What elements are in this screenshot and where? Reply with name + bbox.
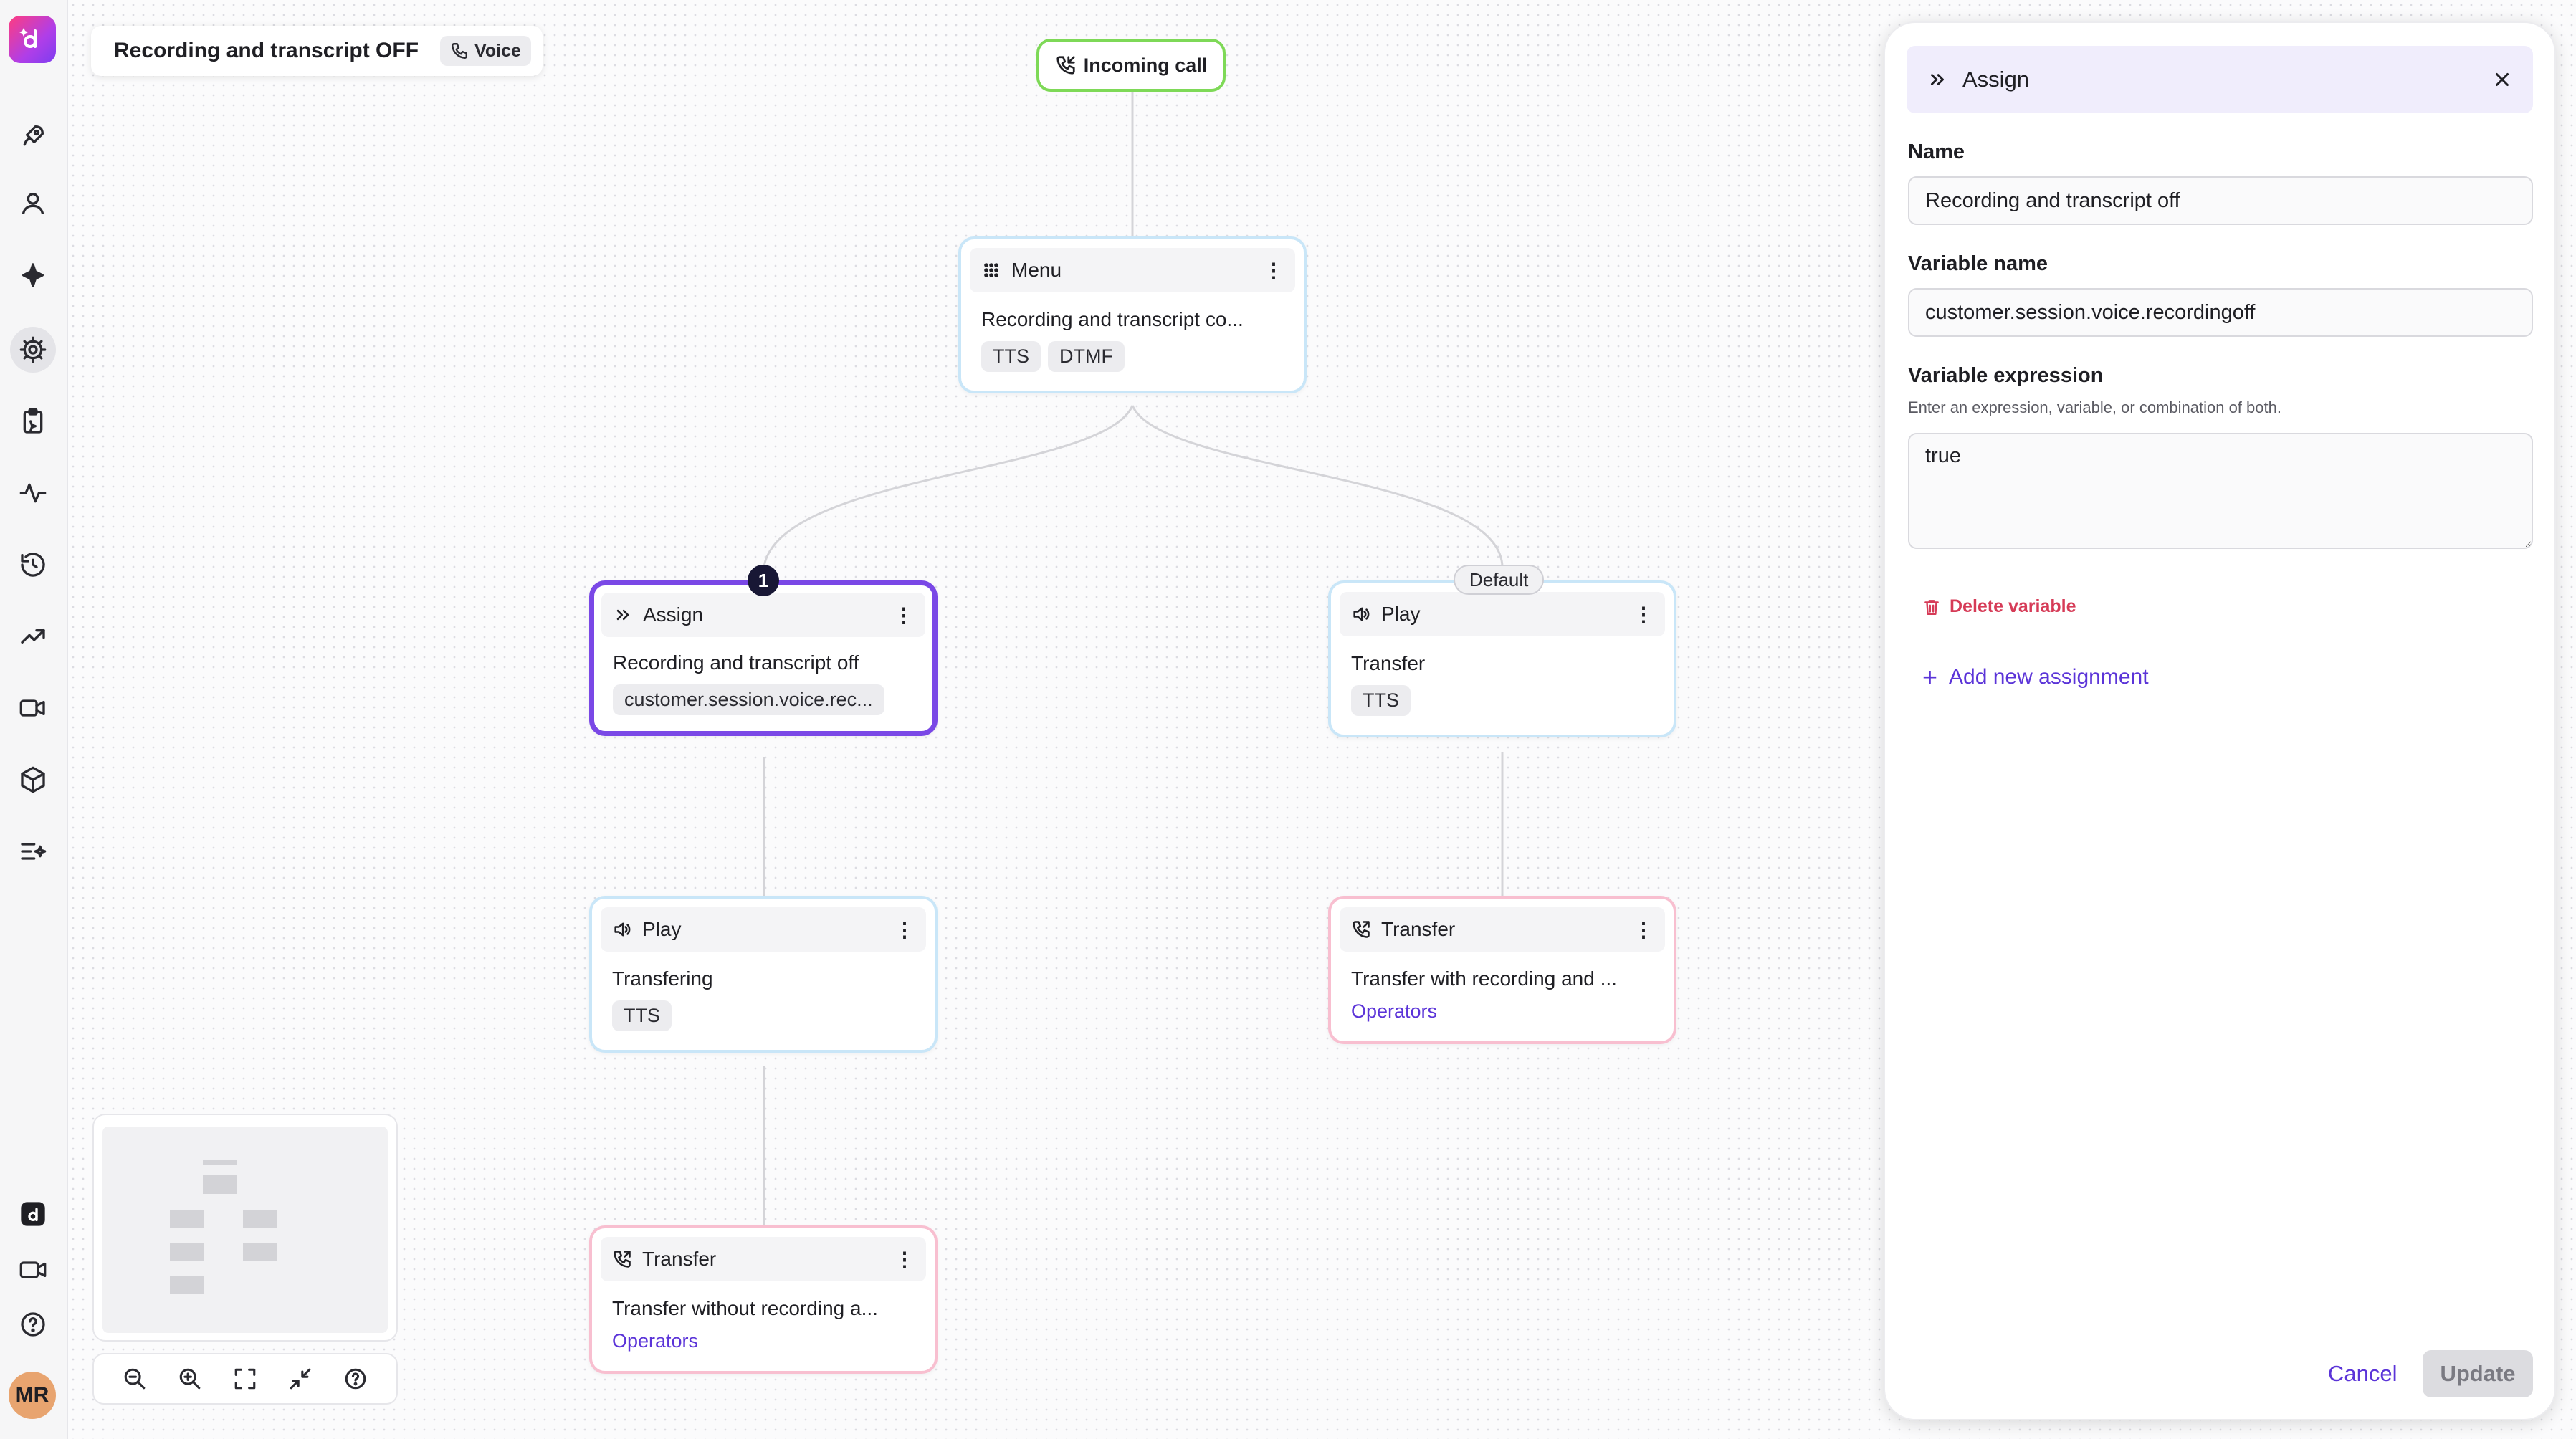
node-header: Play ⋮ [1340, 592, 1665, 636]
app-logo[interactable] [9, 16, 56, 63]
double-chevron-right-icon [616, 609, 629, 621]
node-text: Transfer [1351, 652, 1426, 674]
history-icon[interactable] [10, 542, 56, 588]
operators-link[interactable]: Operators [1351, 1000, 1654, 1023]
trash-icon [1924, 599, 1939, 615]
kebab-menu-icon[interactable]: ⋮ [895, 1248, 915, 1271]
node-type-label: Play [642, 918, 682, 940]
default-branch-label: Default [1454, 565, 1545, 595]
zoom-in-icon[interactable] [176, 1364, 204, 1393]
sparkle-icon[interactable] [10, 252, 56, 298]
transfer-with-recording-node[interactable]: Transfer ⋮ Transfer with recording and .… [1328, 896, 1676, 1044]
speaker-icon [614, 922, 631, 937]
video-camera-icon[interactable] [10, 685, 56, 731]
kebab-menu-icon[interactable]: ⋮ [1633, 603, 1654, 626]
zoom-out-icon[interactable] [120, 1364, 149, 1393]
node-text: Recording and transcript off [613, 651, 859, 674]
node-header: Play ⋮ [601, 907, 926, 952]
kebab-menu-icon[interactable]: ⋮ [894, 604, 914, 626]
panel-title: Assign [1962, 67, 2030, 92]
video-icon[interactable] [10, 1247, 56, 1293]
node-header: Transfer ⋮ [601, 1237, 926, 1281]
phone-icon [452, 43, 467, 59]
phone-forward-icon [1353, 921, 1370, 938]
node-type-label: Play [1381, 603, 1421, 625]
play-transfering-node[interactable]: Play ⋮ Transfering TTS [589, 896, 938, 1053]
activity-icon[interactable] [10, 470, 56, 516]
rocket-icon[interactable] [10, 113, 56, 159]
assign-node[interactable]: Assign ⋮ Recording and transcript off cu… [589, 580, 938, 736]
logo-mark-icon [19, 28, 37, 48]
box-icon[interactable] [10, 757, 56, 803]
flow-title: Recording and transcript OFF [114, 39, 419, 62]
minimap-viewport [102, 1127, 388, 1333]
tag-dtmf: DTMF [1048, 341, 1125, 372]
node-type-label: Transfer [642, 1248, 717, 1270]
zoom-toolbar [92, 1353, 398, 1405]
update-button[interactable]: Update [2423, 1350, 2533, 1397]
user-icon[interactable] [10, 181, 56, 226]
node-text: Transfer with recording and ... [1351, 967, 1617, 990]
kebab-menu-icon[interactable]: ⋮ [1264, 259, 1284, 282]
delete-variable-label: Delete variable [1950, 596, 2076, 616]
kebab-menu-icon[interactable]: ⋮ [895, 919, 915, 941]
tag-tts: TTS [1351, 685, 1411, 716]
grid-dots-icon [984, 263, 998, 277]
brand-app-icon[interactable] [10, 1191, 56, 1237]
node-text: Recording and transcript co... [981, 308, 1244, 330]
channel-chip: Voice [440, 36, 531, 66]
variable-expression-help: Enter an expression, variable, or combin… [1908, 398, 2281, 416]
help-icon[interactable] [341, 1364, 370, 1393]
close-icon[interactable] [2491, 69, 2513, 90]
phone-forward-icon [614, 1251, 631, 1268]
variable-expression-label: Variable expression [1908, 364, 2104, 387]
variable-expression-input[interactable]: true [1908, 433, 2533, 549]
transfer-without-recording-node[interactable]: Transfer ⋮ Transfer without recording a.… [589, 1225, 938, 1374]
incoming-call-label: Incoming call [1083, 54, 1208, 76]
minimap[interactable] [92, 1114, 398, 1342]
node-header: Transfer ⋮ [1340, 907, 1665, 952]
clipboard-sparkle-icon[interactable] [10, 398, 56, 444]
assignment-count-badge: 1 [748, 565, 779, 596]
menu-node[interactable]: Menu ⋮ Recording and transcript co... TT… [958, 236, 1307, 393]
trending-up-icon[interactable] [10, 613, 56, 659]
variable-tag: customer.session.voice.rec... [613, 684, 884, 715]
incoming-call-node[interactable]: Incoming call [1036, 39, 1226, 92]
settings-gear-icon[interactable] [10, 327, 56, 373]
node-type-label: Transfer [1381, 918, 1456, 940]
user-avatar[interactable]: MR [9, 1372, 56, 1419]
channel-label: Voice [474, 40, 521, 61]
node-text: Transfer without recording a... [612, 1297, 878, 1319]
node-text: Transfering [612, 967, 713, 990]
double-chevron-right-icon [1931, 74, 1944, 85]
tag-tts: TTS [612, 1000, 672, 1031]
node-header: Menu ⋮ [970, 248, 1295, 292]
kebab-menu-icon[interactable]: ⋮ [1633, 919, 1654, 941]
list-sparkle-icon[interactable] [10, 828, 56, 874]
tag-tts: TTS [981, 341, 1041, 372]
flow-title-card: Recording and transcript OFF Voice [91, 26, 543, 76]
collapse-icon[interactable] [286, 1364, 315, 1393]
variable-name-input[interactable] [1908, 288, 2533, 337]
variable-name-label: Variable name [1908, 252, 2048, 275]
plus-icon: + [1922, 662, 1938, 692]
node-type-label: Menu [1011, 259, 1062, 281]
add-new-assignment-button[interactable]: + Add new assignment [1922, 662, 2149, 692]
play-default-node[interactable]: Play ⋮ Transfer TTS [1328, 580, 1676, 737]
fit-view-icon[interactable] [231, 1364, 259, 1393]
nav-rail: MR [0, 0, 68, 1439]
operators-link[interactable]: Operators [612, 1330, 915, 1352]
node-header: Assign ⋮ [601, 593, 925, 637]
speaker-icon [1353, 607, 1370, 621]
phone-incoming-icon [1056, 56, 1075, 75]
add-new-assignment-label: Add new assignment [1949, 665, 2149, 689]
help-icon[interactable] [10, 1301, 56, 1347]
cancel-button[interactable]: Cancel [2317, 1350, 2409, 1397]
name-label: Name [1908, 140, 1965, 163]
delete-variable-button[interactable]: Delete variable [1922, 596, 2076, 617]
assign-side-panel: Assign Name Variable name Variable expre… [1884, 21, 2556, 1420]
name-input[interactable] [1908, 176, 2533, 225]
node-type-label: Assign [643, 603, 704, 626]
panel-header: Assign [1907, 46, 2533, 113]
